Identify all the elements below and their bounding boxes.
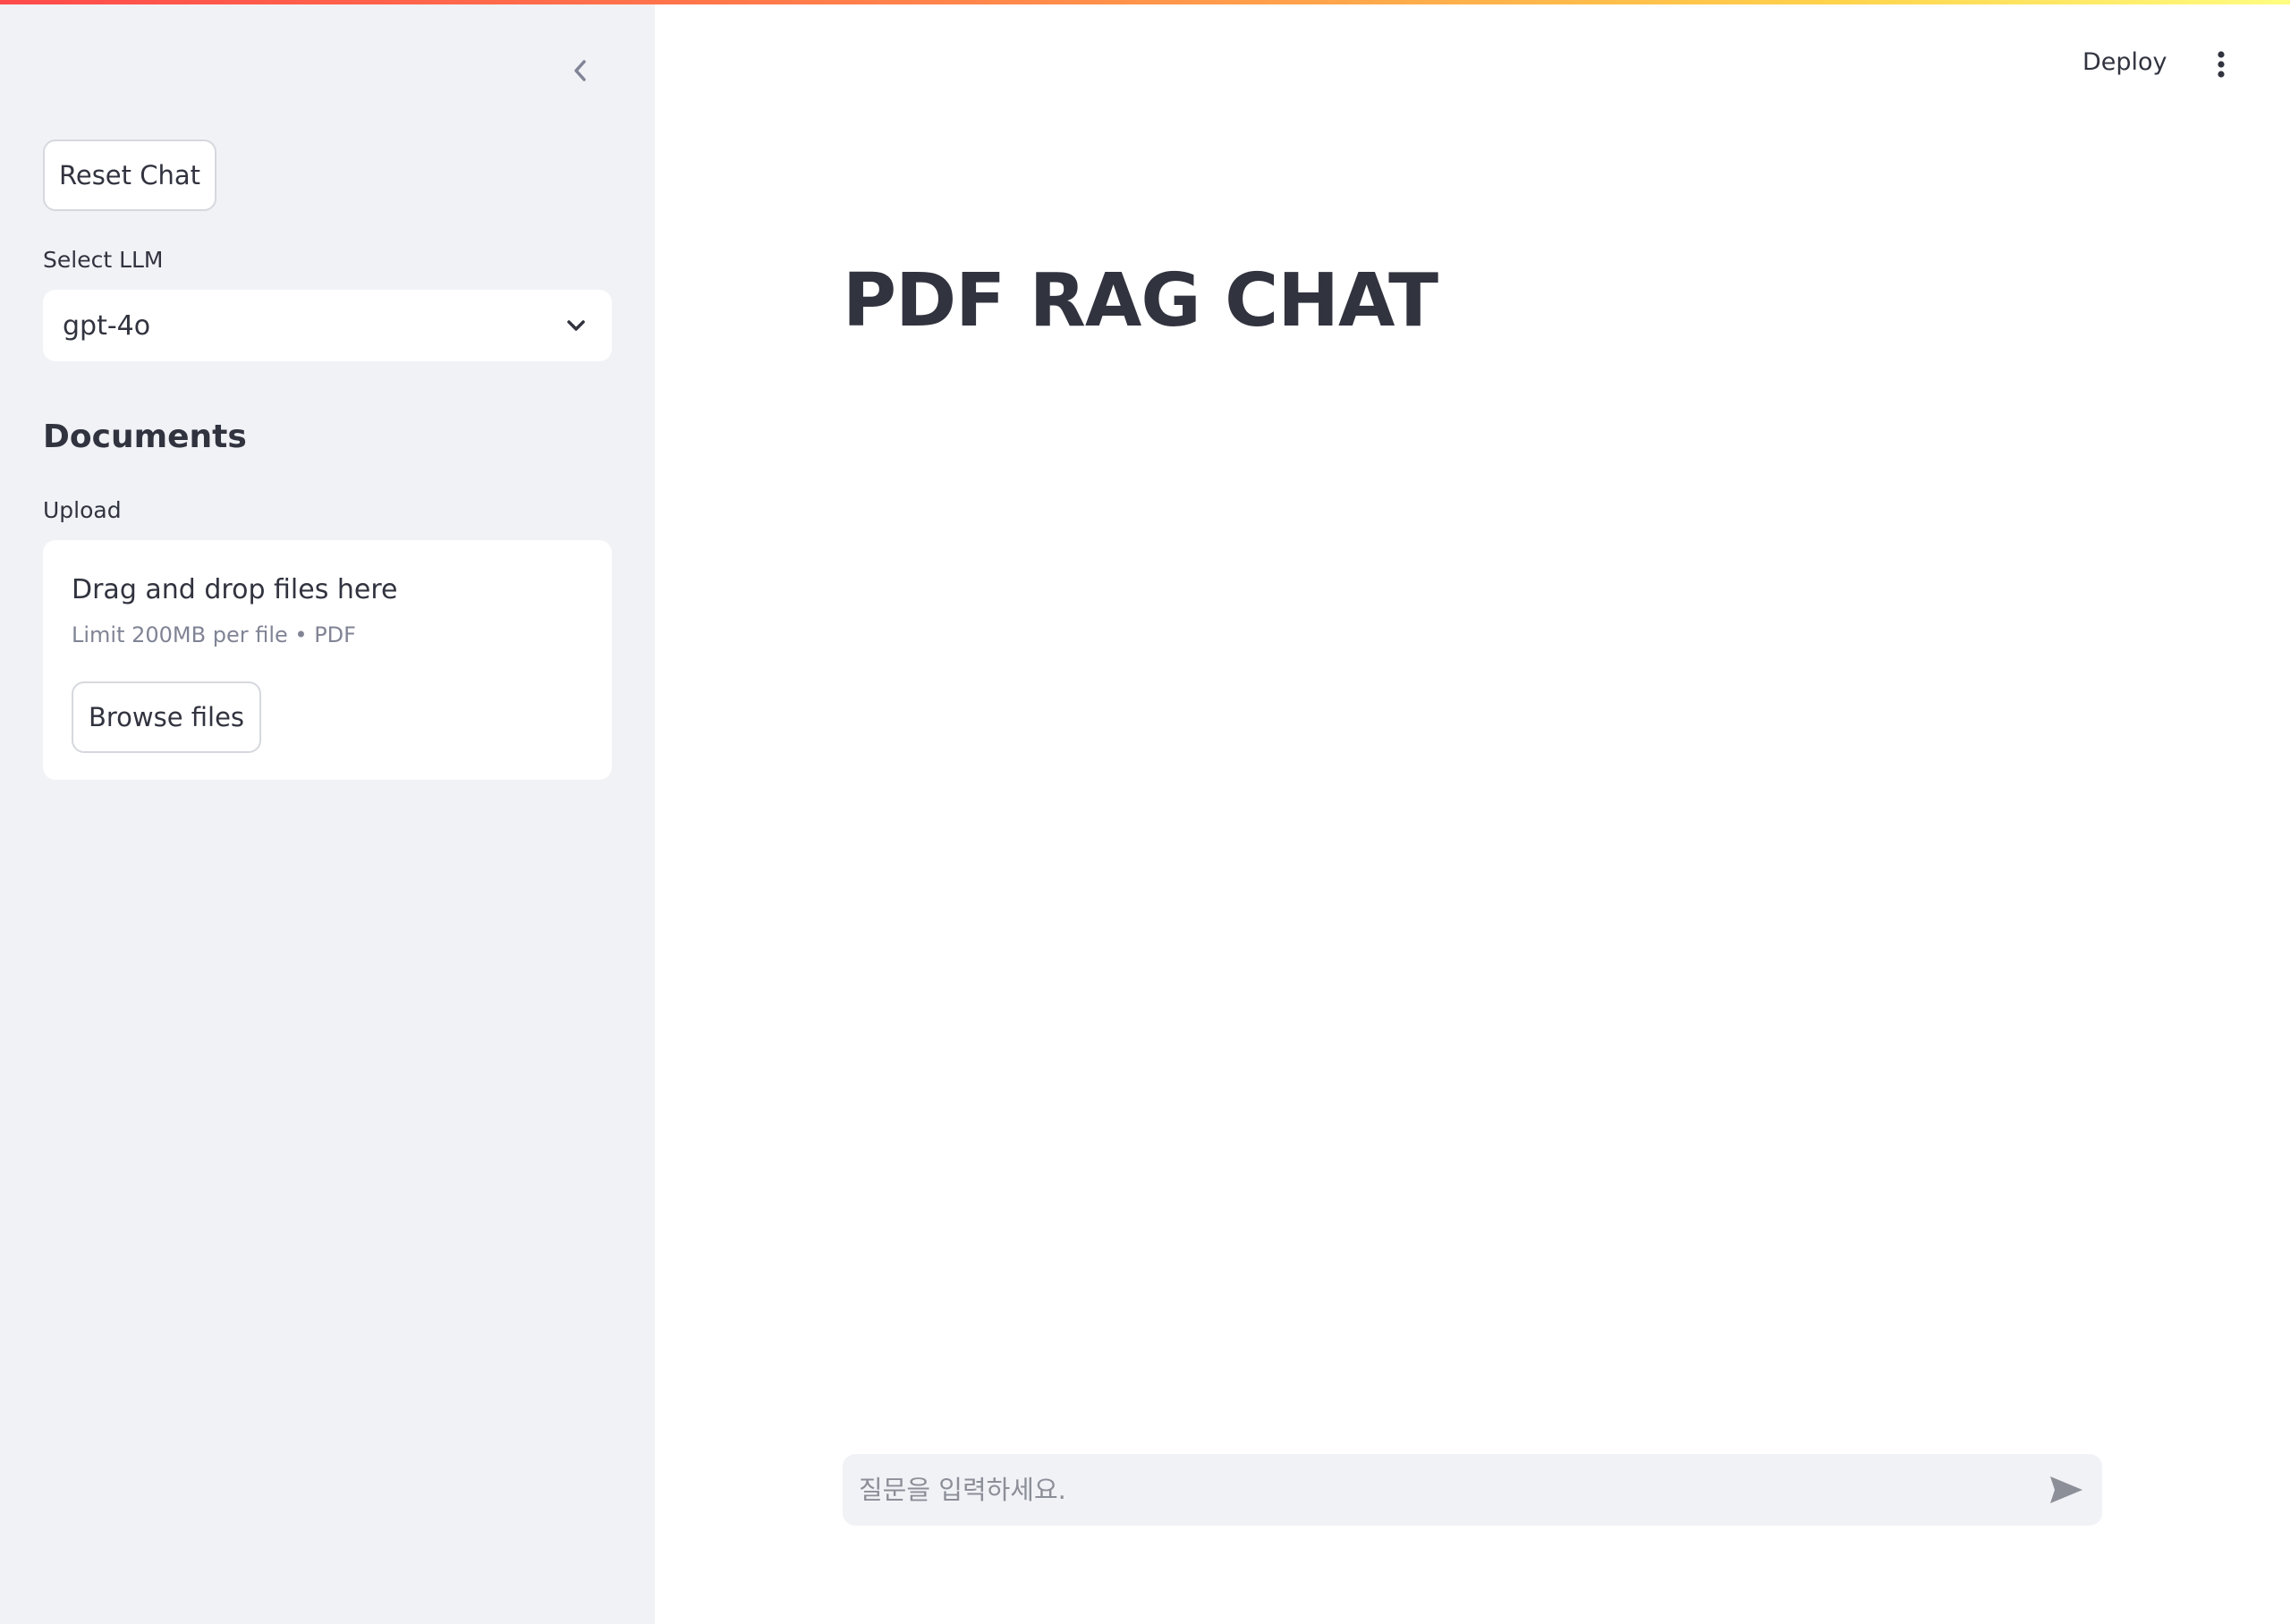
main-menu-button[interactable] — [2206, 47, 2236, 82]
top-decoration-bar — [0, 0, 2290, 4]
llm-select-value: gpt-4o — [63, 309, 151, 342]
send-icon — [2050, 1476, 2082, 1503]
sidebar: Reset Chat Select LLM gpt-4o Documents U… — [0, 0, 655, 1624]
browse-files-button[interactable]: Browse files — [72, 681, 261, 753]
llm-select[interactable]: gpt-4o — [43, 290, 612, 361]
dropzone-title: Drag and drop files here — [72, 574, 398, 605]
file-dropzone[interactable]: Drag and drop files here Limit 200MB per… — [43, 540, 612, 780]
chat-input[interactable] — [857, 1454, 2020, 1526]
chevron-left-icon — [574, 60, 586, 81]
deploy-button[interactable]: Deploy — [2082, 48, 2167, 76]
collapse-sidebar-button[interactable] — [560, 50, 601, 91]
documents-heading: Documents — [43, 419, 247, 455]
reset-chat-button[interactable]: Reset Chat — [43, 140, 216, 211]
send-button[interactable] — [2047, 1472, 2086, 1508]
select-llm-label: Select LLM — [43, 247, 164, 273]
upload-label: Upload — [43, 497, 122, 523]
dropzone-limit-text: Limit 200MB per file • PDF — [72, 622, 356, 647]
more-vertical-icon — [2218, 51, 2225, 78]
chat-input-container — [843, 1454, 2102, 1526]
chevron-down-icon — [567, 320, 585, 331]
page-title: PDF RAG CHAT — [843, 258, 1438, 343]
